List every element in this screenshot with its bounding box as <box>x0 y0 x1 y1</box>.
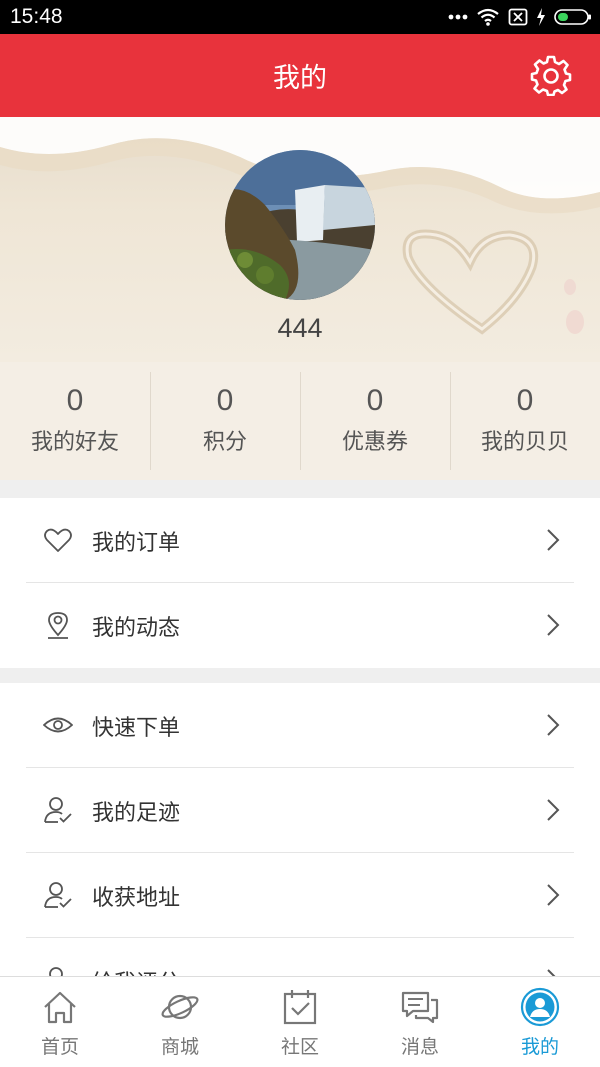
stat-friends[interactable]: 0 我的好友 <box>0 362 150 480</box>
chevron-right-icon <box>547 529 560 551</box>
tab-messages[interactable]: 消息 <box>360 977 480 1067</box>
tab-label: 商城 <box>160 1036 199 1058</box>
calendar-check-icon <box>283 990 317 1025</box>
menu-item-my-orders[interactable]: 我的订单 <box>0 498 600 583</box>
stat-beibei[interactable]: 0 我的贝贝 <box>450 362 600 480</box>
stat-label: 我的好友 <box>30 430 119 455</box>
status-bar: 15:48 <box>0 0 600 34</box>
tab-label: 首页 <box>40 1036 79 1058</box>
menu-group-orders: 我的订单 我的动态 <box>0 498 600 668</box>
more-dots-icon <box>448 14 468 20</box>
battery-icon <box>554 9 591 25</box>
no-sim-icon <box>508 8 528 26</box>
chevron-right-icon <box>547 884 560 906</box>
stat-label: 我的贝贝 <box>480 430 569 455</box>
user-icon <box>49 967 63 976</box>
username: 444 <box>277 313 323 343</box>
menu-item-rate-us[interactable]: 给我评分 <box>0 938 600 976</box>
heart-icon <box>44 528 72 552</box>
stat-value: 0 <box>366 384 384 417</box>
menu-item-label: 我的订单 <box>92 531 181 556</box>
stat-coupons[interactable]: 0 优惠券 <box>300 362 450 480</box>
chat-icon <box>401 991 439 1024</box>
user-circle-icon <box>520 987 560 1027</box>
tab-label: 社区 <box>280 1036 319 1058</box>
chevron-right-icon <box>547 969 556 976</box>
chevron-right-icon <box>547 614 560 636</box>
stat-label: 积分 <box>202 430 247 455</box>
status-icons <box>448 6 592 28</box>
tab-home[interactable]: 首页 <box>0 977 120 1067</box>
menu-item-label: 收获地址 <box>92 886 181 911</box>
charging-icon <box>537 8 545 26</box>
user-check-icon <box>44 882 72 908</box>
menu-item-label: 我的足迹 <box>92 801 181 826</box>
stat-value: 0 <box>516 384 534 417</box>
stats-bar: 0 我的好友 0 积分 0 优惠券 0 我的贝贝 <box>0 362 600 480</box>
page-title: 我的 <box>273 63 327 94</box>
app-header: 我的 <box>0 34 600 117</box>
menu-item-my-activity[interactable]: 我的动态 <box>0 583 600 668</box>
stat-value: 0 <box>66 384 84 417</box>
bottom-tab-bar: 首页 商城 社区 消息 我的 <box>0 976 600 1067</box>
menu-group-services: 快速下单 我的足迹 收获地址 给我评分 <box>0 683 600 976</box>
tab-label: 消息 <box>400 1036 439 1058</box>
stat-points[interactable]: 0 积分 <box>150 362 300 480</box>
status-time: 15:48 <box>10 5 63 28</box>
eye-icon <box>43 717 73 733</box>
menu-item-shipping-address[interactable]: 收获地址 <box>0 853 600 938</box>
tab-community[interactable]: 社区 <box>240 977 360 1067</box>
home-icon <box>44 991 76 1024</box>
menu-item-label: 快速下单 <box>92 716 181 741</box>
avatar[interactable] <box>225 150 375 300</box>
tab-mall[interactable]: 商城 <box>120 977 240 1067</box>
menu-item-my-footprints[interactable]: 我的足迹 <box>0 768 600 853</box>
tab-mine[interactable]: 我的 <box>480 977 600 1067</box>
settings-gear-icon[interactable] <box>530 54 572 96</box>
profile-banner: 444 <box>0 117 600 362</box>
avatar-waterfall-image <box>225 150 375 300</box>
location-pin-icon <box>48 612 68 639</box>
chevron-right-icon <box>547 799 560 821</box>
stat-value: 0 <box>216 384 234 417</box>
stat-label: 优惠券 <box>341 430 408 455</box>
menu-item-label: 给我评分 <box>92 965 180 976</box>
wifi-icon <box>477 8 499 26</box>
tab-label: 我的 <box>520 1036 559 1058</box>
user-check-icon <box>44 797 72 823</box>
menu-item-label: 我的动态 <box>92 616 181 641</box>
planet-icon <box>161 994 199 1020</box>
menu-item-quick-order[interactable]: 快速下单 <box>0 683 600 768</box>
chevron-right-icon <box>547 714 560 736</box>
